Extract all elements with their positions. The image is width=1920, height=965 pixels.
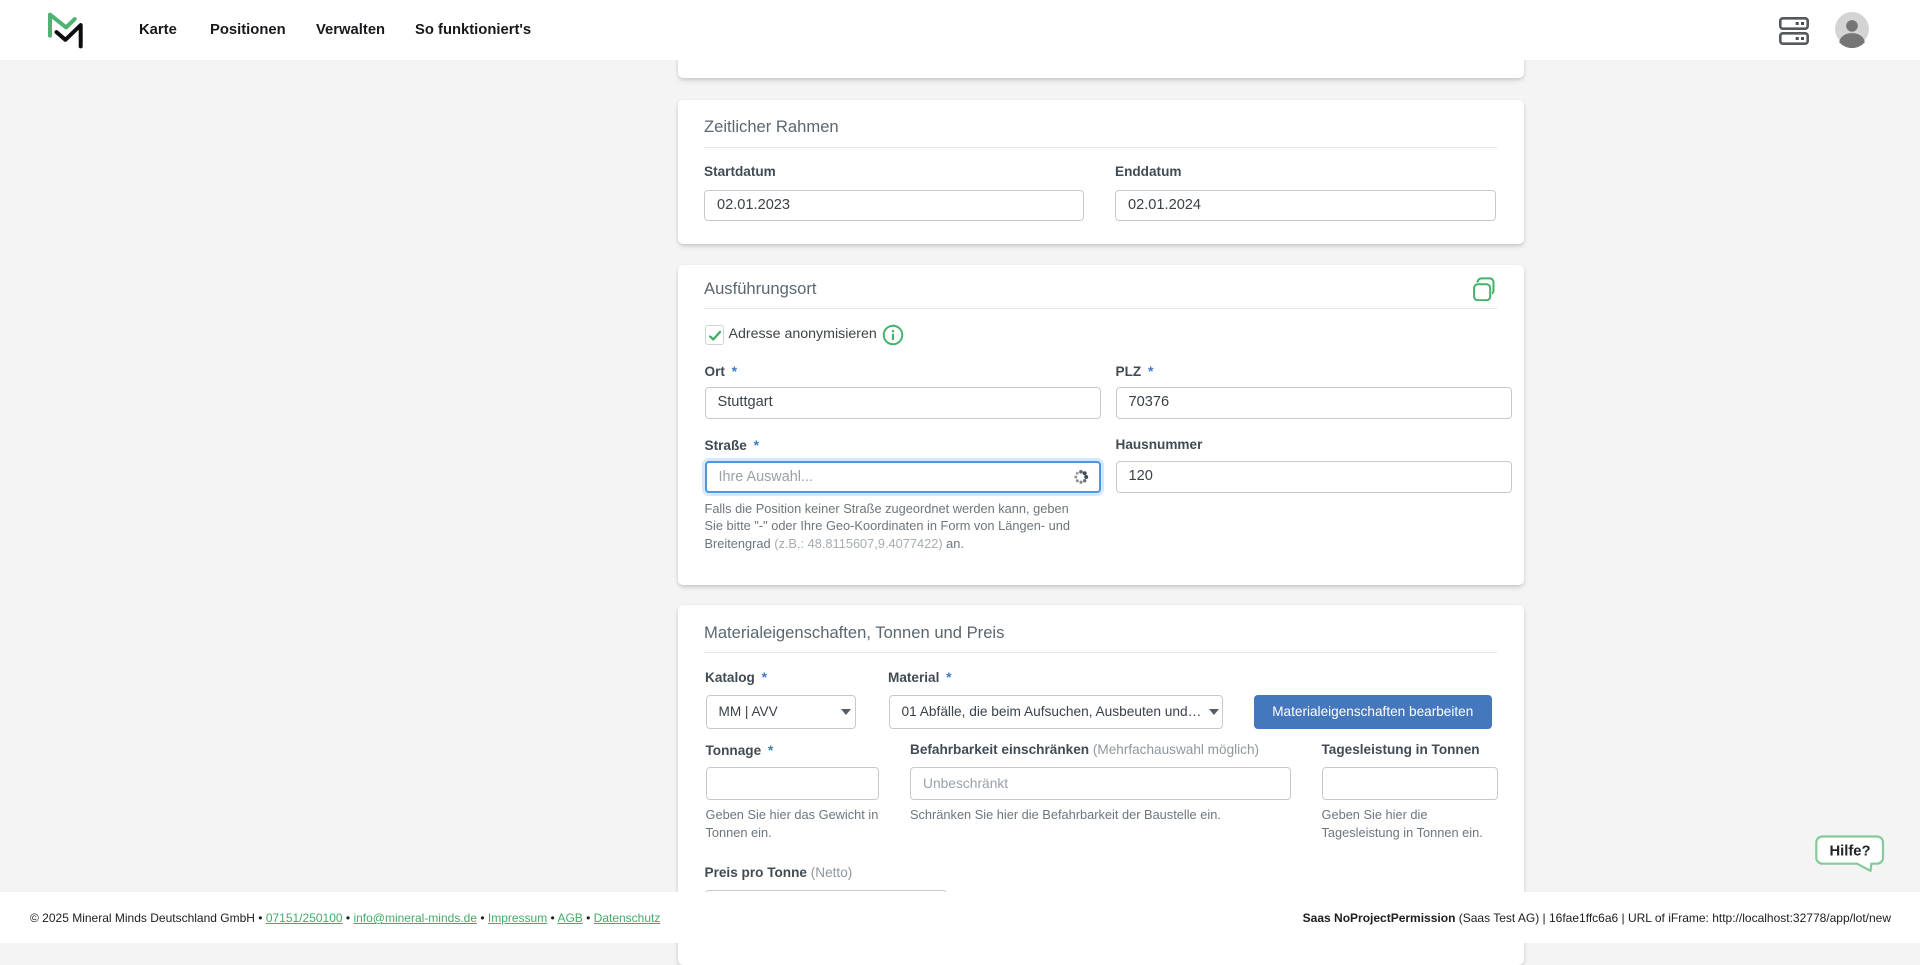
- svg-text:Hilfe?: Hilfe?: [1829, 844, 1870, 860]
